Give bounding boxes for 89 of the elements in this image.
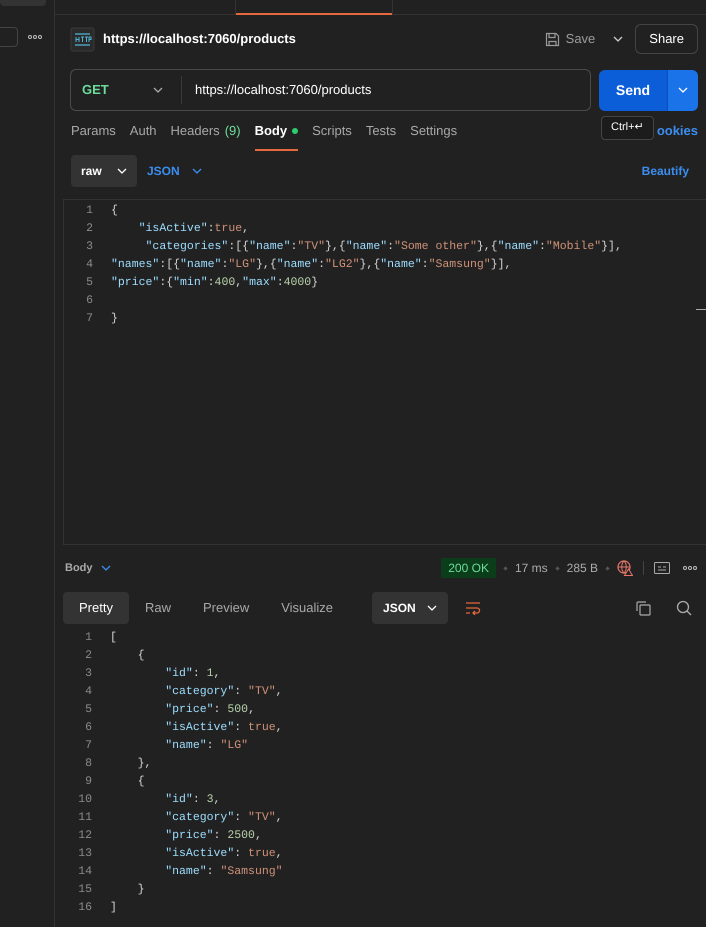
view-tab[interactable]: Visualize xyxy=(265,592,350,624)
tooltip: Ctrl+↵ xyxy=(601,116,654,140)
language-dropdown[interactable]: JSON xyxy=(147,162,202,180)
code-line: } xyxy=(136,882,145,898)
code-line: "category": "TV", xyxy=(164,810,283,826)
code-line: ] xyxy=(110,900,117,916)
request-body-editor[interactable]: 1 { 2 "isActive":true, 3 "categories":[{"name":"TV"},{"name":"Some other"},{"name":"Mobile"}], 4 "names":[{"name":"LG"},{"name":"LG2"},{"name":"Samsung"}], 5 "price":{"min":400,"max":4000} 6 7 } xyxy=(63,199,706,545)
more-icon[interactable] xyxy=(28,35,42,39)
request-tab[interactable]: Tests xyxy=(366,122,396,151)
line-number: 4 xyxy=(85,257,93,274)
line-number: 2 xyxy=(85,221,93,238)
response-time: 17 ms xyxy=(514,560,548,577)
caret-icon xyxy=(117,168,127,174)
caret-icon xyxy=(427,605,438,611)
code-line: "price": 2500, xyxy=(164,828,262,844)
caret-icon xyxy=(192,168,202,174)
code-line: "id": 3, xyxy=(164,792,220,808)
code-line: "id": 1, xyxy=(164,666,220,682)
line-number: 1 xyxy=(85,203,93,220)
line-number: 6 xyxy=(85,293,93,310)
line-number: 2 xyxy=(84,648,92,664)
line-number: 14 xyxy=(77,864,92,880)
line-number: 3 xyxy=(84,666,92,682)
line-number: 7 xyxy=(85,311,93,328)
status-badge: 200 OK xyxy=(441,558,496,578)
code-line: { xyxy=(136,648,145,664)
code-line: "isActive": true, xyxy=(164,846,283,862)
code-line: "categories":[{"name":"TV"},{"name":"Some other"},{"name":"Mobile"}], xyxy=(144,239,622,256)
line-number: 12 xyxy=(77,828,92,844)
line-number: 5 xyxy=(85,275,93,292)
view-tab[interactable]: Raw xyxy=(128,592,187,624)
scrollbar-marker xyxy=(696,309,706,310)
line-number: 4 xyxy=(84,684,92,700)
response-size: 285 B xyxy=(566,560,598,577)
line-number: 11 xyxy=(77,810,92,826)
code-line: { xyxy=(136,774,145,790)
code-line: "price": 500, xyxy=(164,702,255,718)
request-tab[interactable]: Scripts xyxy=(312,122,352,151)
code-line: "category": "TV", xyxy=(164,684,283,700)
line-number: 3 xyxy=(85,239,93,256)
body-mode-dropdown[interactable]: raw xyxy=(71,154,137,186)
line-number: 15 xyxy=(77,882,92,898)
line-number: 8 xyxy=(84,756,92,772)
http-icon xyxy=(70,26,95,52)
line-number: 13 xyxy=(77,846,92,862)
line-number: 6 xyxy=(84,720,92,736)
line-number: 5 xyxy=(84,702,92,718)
code-line: [ xyxy=(110,630,117,646)
code-line: "name": "Samsung" xyxy=(164,864,283,880)
beautify-button[interactable]: Beautify xyxy=(642,162,689,180)
request-title: https://localhost:7060/products xyxy=(103,30,296,48)
request-tab[interactable]: Settings xyxy=(410,122,458,151)
send-button[interactable]: Send xyxy=(599,70,667,110)
code-line: }, xyxy=(136,756,152,772)
line-number: 10 xyxy=(77,792,92,808)
line-number: 7 xyxy=(84,738,92,754)
request-tab[interactable]: Headers (9) xyxy=(170,122,241,151)
code-line: { xyxy=(111,203,118,220)
save-button[interactable]: Save xyxy=(540,25,600,53)
line-number: 9 xyxy=(84,774,92,790)
response-section-dropdown[interactable]: Body xyxy=(65,560,110,576)
code-line: "isActive": true, xyxy=(164,720,283,736)
request-tab[interactable]: Body xyxy=(254,122,298,151)
example-icon[interactable] xyxy=(654,562,670,574)
wrap-lines-icon[interactable] xyxy=(465,601,482,615)
search-field[interactable] xyxy=(0,27,18,47)
line-number: 16 xyxy=(77,900,92,916)
code-line: "isActive":true, xyxy=(138,221,250,238)
view-tab[interactable]: Pretty xyxy=(63,592,129,624)
line-number: 1 xyxy=(84,630,92,646)
code-line: "names":[{"name":"LG"},{"name":"LG2"},{"name":"Samsung"}], xyxy=(111,257,512,274)
save-icon xyxy=(544,32,560,46)
caret-icon xyxy=(678,87,688,93)
code-line: "price":{"min":400,"max":4000} xyxy=(111,275,318,292)
view-tab[interactable]: Preview xyxy=(186,592,266,624)
code-line: } xyxy=(111,311,118,328)
code-line: "name": "LG" xyxy=(164,738,248,754)
format-dropdown[interactable]: JSON xyxy=(372,592,448,624)
caret-icon[interactable] xyxy=(613,36,624,42)
send-options-button[interactable] xyxy=(667,70,698,110)
request-tab[interactable]: Params xyxy=(71,122,116,151)
share-button[interactable]: Share xyxy=(635,24,698,54)
search-icon[interactable] xyxy=(676,600,692,616)
caret-icon xyxy=(100,565,110,571)
more-icon[interactable] xyxy=(683,566,697,570)
cookies-link[interactable]: ookies xyxy=(656,120,698,151)
request-tab[interactable]: Auth xyxy=(130,122,157,151)
globe-warning-icon[interactable] xyxy=(617,560,633,576)
copy-icon[interactable] xyxy=(636,600,651,616)
